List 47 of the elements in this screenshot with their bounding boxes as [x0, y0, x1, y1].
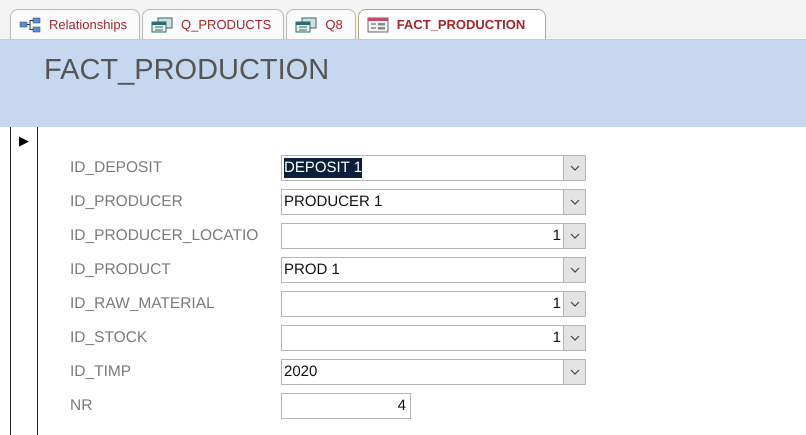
- dropdown-button[interactable]: [563, 190, 585, 214]
- document-tab[interactable]: Relationships: [10, 9, 140, 39]
- combo-box[interactable]: PROD 1: [281, 257, 586, 283]
- dropdown-button[interactable]: [563, 224, 585, 248]
- combo-box[interactable]: PRODUCER 1: [281, 189, 586, 215]
- dropdown-button[interactable]: [563, 360, 585, 384]
- combo-box[interactable]: DEPOSIT 1: [281, 155, 586, 181]
- combo-box[interactable]: 2020: [281, 359, 586, 385]
- field-label: ID_TIMP: [70, 362, 132, 382]
- record-selector[interactable]: ▶: [10, 127, 38, 435]
- combo-box[interactable]: 1: [281, 291, 586, 317]
- field-value: 1: [552, 226, 561, 246]
- dropdown-button[interactable]: [563, 326, 585, 350]
- form-icon: [366, 16, 389, 32]
- field-label: NR: [70, 396, 94, 416]
- chevron-down-icon: [570, 165, 580, 171]
- relationships-icon: [19, 16, 41, 32]
- field-label: ID_STOCK: [70, 328, 148, 348]
- combo-box[interactable]: 1: [281, 223, 586, 249]
- chevron-down-icon: [570, 301, 580, 307]
- chevron-down-icon: [570, 267, 580, 273]
- document-tab[interactable]: FACT_PRODUCTION: [358, 9, 546, 39]
- field-label: ID_PRODUCER_LOCATIO: [70, 226, 260, 246]
- document-tab[interactable]: Q8: [286, 9, 356, 39]
- field-label: ID_PRODUCT: [70, 260, 172, 280]
- text-field[interactable]: 4: [281, 393, 411, 419]
- chevron-down-icon: [570, 233, 580, 239]
- field-value: 1: [552, 328, 561, 348]
- dropdown-button[interactable]: [563, 156, 585, 180]
- query-icon: [295, 16, 318, 32]
- combo-box[interactable]: 1: [281, 325, 586, 351]
- chevron-down-icon: [570, 335, 580, 341]
- field-value: PRODUCER 1: [284, 192, 382, 212]
- query-icon: [151, 16, 174, 32]
- chevron-down-icon: [570, 199, 580, 205]
- field-value: DEPOSIT 1: [284, 158, 362, 178]
- field-value: PROD 1: [284, 260, 340, 280]
- field-label: ID_PRODUCER: [70, 192, 184, 212]
- document-tab[interactable]: Q_PRODUCTS: [142, 9, 284, 39]
- form-title: FACT_PRODUCTION: [44, 54, 330, 86]
- field-label: ID_RAW_MATERIAL: [70, 294, 216, 314]
- dropdown-button[interactable]: [563, 258, 585, 282]
- field-value: 1: [552, 294, 561, 314]
- field-label: ID_DEPOSIT: [70, 158, 164, 178]
- field-value: 2020: [284, 362, 318, 382]
- chevron-down-icon: [570, 369, 580, 375]
- dropdown-button[interactable]: [563, 292, 585, 316]
